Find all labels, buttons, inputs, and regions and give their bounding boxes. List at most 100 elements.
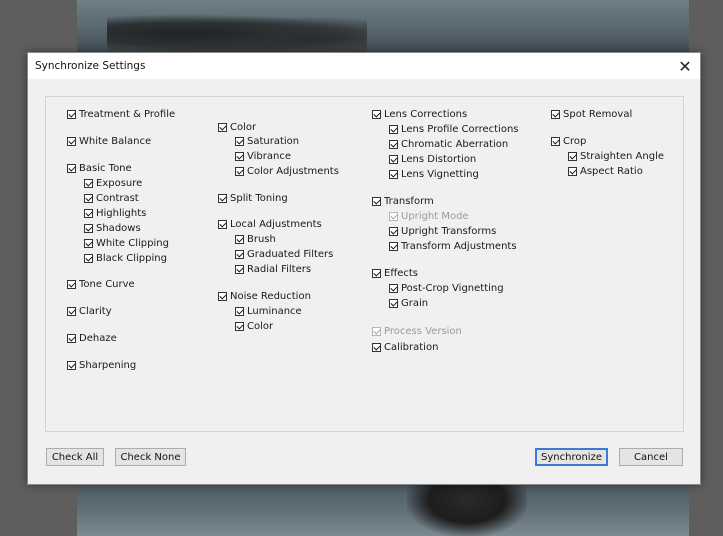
option-grain[interactable]: Grain [389, 298, 428, 309]
dialog-title: Synchronize Settings [35, 60, 146, 72]
option-highlights[interactable]: Highlights [84, 208, 146, 219]
option-brush[interactable]: Brush [235, 234, 276, 245]
option-dehaze[interactable]: Dehaze [67, 333, 117, 344]
option-label: Process Version [384, 326, 462, 337]
synchronize-button[interactable]: Synchronize [535, 448, 608, 466]
option-label: Color [247, 321, 274, 332]
option-label: Lens Corrections [384, 109, 468, 120]
checkbox[interactable] [372, 197, 381, 206]
option-label: Spot Removal [563, 109, 633, 120]
option-label: Treatment & Profile [79, 109, 176, 120]
option-calibration[interactable]: Calibration [372, 342, 438, 353]
checkbox[interactable] [389, 170, 398, 179]
checkbox[interactable] [235, 265, 244, 274]
option-noise-reduction[interactable]: Noise Reduction [218, 291, 311, 302]
option-tone-curve[interactable]: Tone Curve [67, 279, 135, 290]
option-effects[interactable]: Effects [372, 268, 418, 279]
option-straighten-angle[interactable]: Straighten Angle [568, 151, 664, 162]
checkbox[interactable] [551, 137, 560, 146]
option-shadows[interactable]: Shadows [84, 223, 141, 234]
checkbox[interactable] [389, 284, 398, 293]
checkbox[interactable] [389, 140, 398, 149]
cancel-button[interactable]: Cancel [619, 448, 683, 466]
option-vibrance[interactable]: Vibrance [235, 151, 291, 162]
checkbox[interactable] [84, 194, 93, 203]
option-white-balance[interactable]: White Balance [67, 136, 151, 147]
checkbox[interactable] [218, 292, 227, 301]
option-saturation[interactable]: Saturation [235, 136, 299, 147]
option-color[interactable]: Color [218, 122, 256, 133]
option-exposure[interactable]: Exposure [84, 178, 142, 189]
option-luminance[interactable]: Luminance [235, 306, 302, 317]
checkbox[interactable] [389, 242, 398, 251]
option-lens-corrections[interactable]: Lens Corrections [372, 109, 467, 120]
checkbox[interactable] [84, 179, 93, 188]
checkbox[interactable] [235, 167, 244, 176]
checkbox[interactable] [568, 167, 577, 176]
option-label: Transform Adjustments [401, 241, 517, 252]
option-white-clipping[interactable]: White Clipping [84, 238, 169, 249]
option-clarity[interactable]: Clarity [67, 306, 112, 317]
option-black-clipping[interactable]: Black Clipping [84, 253, 167, 264]
checkbox[interactable] [372, 110, 381, 119]
option-lens-distortion[interactable]: Lens Distortion [389, 154, 476, 165]
checkbox[interactable] [389, 125, 398, 134]
checkbox[interactable] [551, 110, 560, 119]
check-none-button[interactable]: Check None [115, 448, 186, 466]
checkbox[interactable] [372, 343, 381, 352]
option-color-adjustments[interactable]: Color Adjustments [235, 166, 339, 177]
checkbox[interactable] [67, 334, 76, 343]
checkbox[interactable] [389, 227, 398, 236]
checkbox[interactable] [235, 250, 244, 259]
checkbox[interactable] [67, 307, 76, 316]
checkbox[interactable] [84, 239, 93, 248]
checkbox[interactable] [67, 361, 76, 370]
checkbox[interactable] [389, 155, 398, 164]
checkbox[interactable] [389, 299, 398, 308]
check-all-button[interactable]: Check All [46, 448, 104, 466]
option-crop[interactable]: Crop [551, 136, 586, 147]
option-split-toning[interactable]: Split Toning [218, 193, 288, 204]
checkbox[interactable] [67, 110, 76, 119]
checkbox[interactable] [218, 220, 227, 229]
option-label: Exposure [96, 178, 143, 189]
checkbox[interactable] [84, 209, 93, 218]
option-graduated-filters[interactable]: Graduated Filters [235, 249, 333, 260]
option-lens-vignetting[interactable]: Lens Vignetting [389, 169, 479, 180]
checkbox[interactable] [235, 137, 244, 146]
option-label: Calibration [384, 342, 439, 353]
option-label: Vibrance [247, 151, 291, 162]
option-process-version: Process Version [372, 326, 462, 337]
checkbox[interactable] [235, 307, 244, 316]
checkbox[interactable] [235, 235, 244, 244]
checkbox[interactable] [67, 280, 76, 289]
option-upright-transforms[interactable]: Upright Transforms [389, 226, 496, 237]
option-lens-profile-corrections[interactable]: Lens Profile Corrections [389, 124, 519, 135]
checkbox[interactable] [372, 269, 381, 278]
option-sharpening[interactable]: Sharpening [67, 360, 136, 371]
checkbox[interactable] [235, 322, 244, 331]
checkbox[interactable] [235, 152, 244, 161]
checkbox[interactable] [84, 254, 93, 263]
option-label: Post-Crop Vignetting [401, 283, 504, 294]
option-contrast[interactable]: Contrast [84, 193, 139, 204]
option-aspect-ratio[interactable]: Aspect Ratio [568, 166, 643, 177]
option-basic-tone[interactable]: Basic Tone [67, 163, 132, 174]
checkbox[interactable] [67, 164, 76, 173]
checkbox[interactable] [568, 152, 577, 161]
option-radial-filters[interactable]: Radial Filters [235, 264, 311, 275]
rocks-image [107, 14, 367, 54]
option-transform-adjustments[interactable]: Transform Adjustments [389, 241, 517, 252]
option-spot-removal[interactable]: Spot Removal [551, 109, 632, 120]
checkbox[interactable] [67, 137, 76, 146]
close-icon[interactable]: ✕ [670, 53, 700, 79]
checkbox[interactable] [84, 224, 93, 233]
option-local-adjustments[interactable]: Local Adjustments [218, 219, 322, 230]
option-post-crop-vignetting[interactable]: Post-Crop Vignetting [389, 283, 504, 294]
option-noise-color[interactable]: Color [235, 321, 273, 332]
option-chromatic-aberration[interactable]: Chromatic Aberration [389, 139, 508, 150]
option-transform[interactable]: Transform [372, 196, 434, 207]
checkbox[interactable] [218, 123, 227, 132]
option-treatment-profile[interactable]: Treatment & Profile [67, 109, 175, 120]
checkbox[interactable] [218, 194, 227, 203]
